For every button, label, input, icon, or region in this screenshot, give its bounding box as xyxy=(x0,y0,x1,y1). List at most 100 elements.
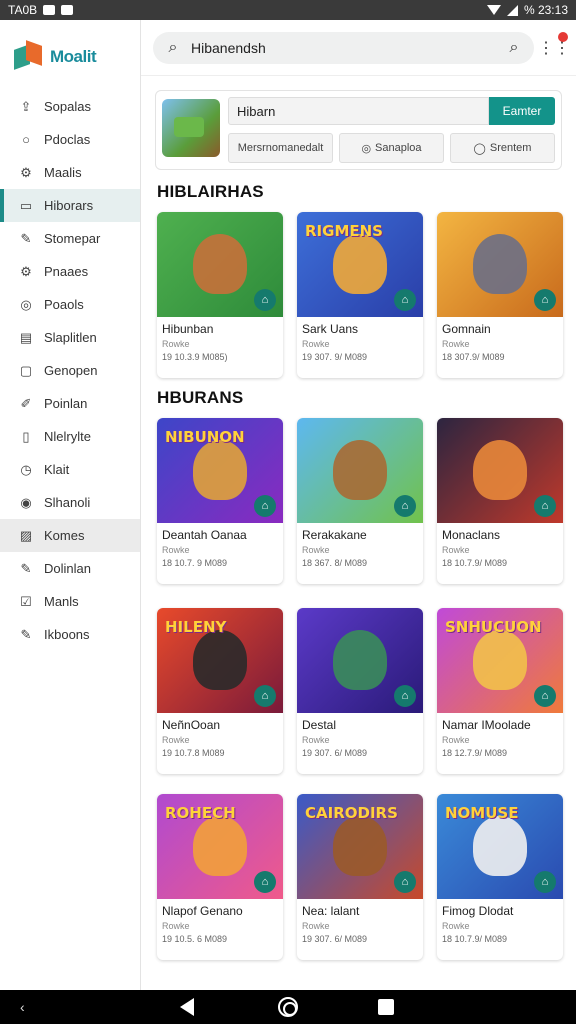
game-artwork: ⌂ xyxy=(437,418,563,523)
game-card[interactable]: ⌂ Hibunban Rowke 19 10.3.9 M085) xyxy=(157,212,283,378)
sidebar-item[interactable]: ▯ Nlelrylte xyxy=(0,420,140,453)
game-card[interactable]: ⌂ Rerakakane Rowke 18 367. 8/ M089 xyxy=(297,418,423,584)
game-logo: SNHUCUON xyxy=(445,618,542,636)
settings-icon: ◉ xyxy=(20,494,32,510)
game-meta: 18 307.9/ M089 xyxy=(442,352,505,362)
sidebar-item[interactable]: ▭ Hiborars xyxy=(0,189,140,222)
game-title: NeñnOoan xyxy=(162,718,221,732)
game-artwork: RIGMENS ⌂ xyxy=(297,212,423,317)
game-artwork: NIBUNON ⌂ xyxy=(157,418,283,523)
game-meta: 18 12.7.9/ M089 xyxy=(442,748,508,758)
game-card[interactable]: NIBUNON ⌂ Deantah Oanaa Rowke 18 10.7. 9 M08… xyxy=(157,418,283,584)
sidebar-item[interactable]: ⇪ Sopalas xyxy=(0,90,140,123)
action-icon: ◯ xyxy=(473,142,486,155)
sidebar-item[interactable]: ▨ Komes xyxy=(0,519,140,552)
sidebar-item[interactable]: ☑ Manls xyxy=(0,585,140,618)
brand[interactable]: Moalit xyxy=(0,20,140,80)
sidebar-item[interactable]: ◎ Poaols xyxy=(0,288,140,321)
game-card[interactable]: RIGMENS ⌂ Sark Uans Rowke 19 307. 9/ M089 xyxy=(297,212,423,378)
game-card[interactable]: ⌂ Gomnain Rowke 18 307.9/ M089 xyxy=(437,212,563,378)
install-icon[interactable]: ⌂ xyxy=(394,685,416,707)
game-title: Nlapof Genano xyxy=(162,904,243,918)
notifications-icon[interactable]: ⋮⋮ xyxy=(538,31,570,58)
game-card[interactable]: HILENY ⌂ NeñnOoan Rowke 19 10.7.8 M089 xyxy=(157,608,283,774)
game-subtitle: Rowke xyxy=(302,339,330,349)
game-title: Destal xyxy=(302,718,337,732)
game-title: Gomnain xyxy=(442,322,491,336)
install-icon[interactable]: ⌂ xyxy=(534,289,556,311)
game-artwork: HILENY ⌂ xyxy=(157,608,283,713)
status-time: TA0B xyxy=(8,3,38,17)
game-meta: 18 10.7. 9 M089 xyxy=(162,558,228,568)
recents-icon[interactable] xyxy=(378,999,394,1015)
install-icon[interactable]: ⌂ xyxy=(254,495,276,517)
install-icon[interactable]: ⌂ xyxy=(394,495,416,517)
wifi-icon xyxy=(486,5,501,15)
sidebar-item-label: Genopen xyxy=(44,363,98,378)
hero-action-button[interactable]: ◯ Srentem xyxy=(450,133,555,163)
window-icon: ▭ xyxy=(19,197,33,213)
sidebar-nav: ⇪ Sopalas ○ Pdoclas ⚙ Maalis ▭ Hiborars ✎ Stomepa… xyxy=(0,90,140,651)
sidebar-item-label: Pnaaes xyxy=(44,264,89,279)
game-title: Hibunban xyxy=(162,322,214,336)
character-art xyxy=(193,440,247,500)
sidebar-item-label: Ikboons xyxy=(44,627,90,642)
search-bar[interactable]: ⌕ Hibanendsh ⌕ xyxy=(153,31,534,64)
game-title: Deantah Oanaa xyxy=(162,528,247,542)
install-icon[interactable]: ⌂ xyxy=(394,289,416,311)
install-icon[interactable]: ⌂ xyxy=(254,289,276,311)
check-icon: ☑ xyxy=(20,593,32,609)
sidebar-item-label: Pdoclas xyxy=(44,132,91,147)
install-icon[interactable]: ⌂ xyxy=(394,871,416,893)
hero-action-button[interactable]: ◎ Sanaploa xyxy=(339,133,444,163)
sidebar-item[interactable]: ⚙ Pnaaes xyxy=(0,255,140,288)
install-icon[interactable]: ⌂ xyxy=(534,685,556,707)
hero-input[interactable]: Hibarn xyxy=(228,97,489,126)
back-icon[interactable] xyxy=(180,998,194,1016)
upload-icon: ⇪ xyxy=(20,98,32,114)
hero-action-button[interactable]: Mersrnomanedalt xyxy=(228,133,333,163)
game-artwork: ⌂ xyxy=(157,212,283,317)
sidebar-item[interactable]: ✎ Ikboons xyxy=(0,618,140,651)
brand-logo-icon xyxy=(12,41,44,73)
edit-icon: ✎ xyxy=(20,626,32,642)
sidebar-item[interactable]: ◉ Slhanoli xyxy=(0,486,140,519)
search-icon: ⌕ xyxy=(168,38,178,56)
search-button-icon[interactable]: ⌕ xyxy=(504,38,524,58)
hero-enter-button[interactable]: Eamter xyxy=(489,97,555,126)
sidebar-item[interactable]: ⚙ Maalis xyxy=(0,156,140,189)
hero-thumbnail[interactable] xyxy=(162,99,220,157)
game-subtitle: Rowke xyxy=(302,735,330,745)
file-icon: ▯ xyxy=(22,428,30,444)
folder-icon: ▢ xyxy=(19,362,33,378)
character-art xyxy=(473,440,527,500)
sidebar-item[interactable]: ▢ Genopen xyxy=(0,354,140,387)
home-icon[interactable] xyxy=(278,997,298,1017)
game-card[interactable]: CAIRODIRS ⌂ Nea: lalant Rowke 19 307. 6/ M08… xyxy=(297,794,423,960)
sidebar-item[interactable]: ✎ Dolinlan xyxy=(0,552,140,585)
install-icon[interactable]: ⌂ xyxy=(534,871,556,893)
game-card[interactable]: ROHECH ⌂ Nlapof Genano Rowke 19 10.5. 6 M089 xyxy=(157,794,283,960)
game-artwork: CAIRODIRS ⌂ xyxy=(297,794,423,899)
game-card[interactable]: ⌂ Destal Rowke 19 307. 6/ M089 xyxy=(297,608,423,774)
sidebar-item[interactable]: ▤ Slaplitlen xyxy=(0,321,140,354)
install-icon[interactable]: ⌂ xyxy=(254,871,276,893)
game-card[interactable]: ⌂ Monaclans Rowke 18 10.7.9/ M089 xyxy=(437,418,563,584)
sidebar-item[interactable]: ◷ Klait xyxy=(0,453,140,486)
game-subtitle: Rowke xyxy=(162,921,190,931)
game-card[interactable]: SNHUCUON ⌂ Namar IMoolade Rowke 18 12.7.9/ M… xyxy=(437,608,563,774)
install-icon[interactable]: ⌂ xyxy=(534,495,556,517)
sidebar-item[interactable]: ✎ Stomepar xyxy=(0,222,140,255)
sidebar-item-label: Manls xyxy=(44,594,79,609)
sidebar-item-label: Sopalas xyxy=(44,99,91,114)
install-icon[interactable]: ⌂ xyxy=(254,685,276,707)
game-subtitle: Rowke xyxy=(442,921,470,931)
sidebar-item[interactable]: ○ Pdoclas xyxy=(0,123,140,156)
keyboard-hide-icon[interactable]: ‹ xyxy=(20,999,25,1015)
game-logo: ROHECH xyxy=(165,804,236,822)
game-card[interactable]: NOMUSE ⌂ Fimog Dlodat Rowke 18 10.7.9/ M089 xyxy=(437,794,563,960)
search-input[interactable]: Hibanendsh xyxy=(191,40,496,56)
character-art xyxy=(333,440,387,500)
game-section: ROHECH ⌂ Nlapof Genano Rowke 19 10.5. 6 M089… xyxy=(141,794,576,960)
sidebar-item[interactable]: ✐ Poinlan xyxy=(0,387,140,420)
